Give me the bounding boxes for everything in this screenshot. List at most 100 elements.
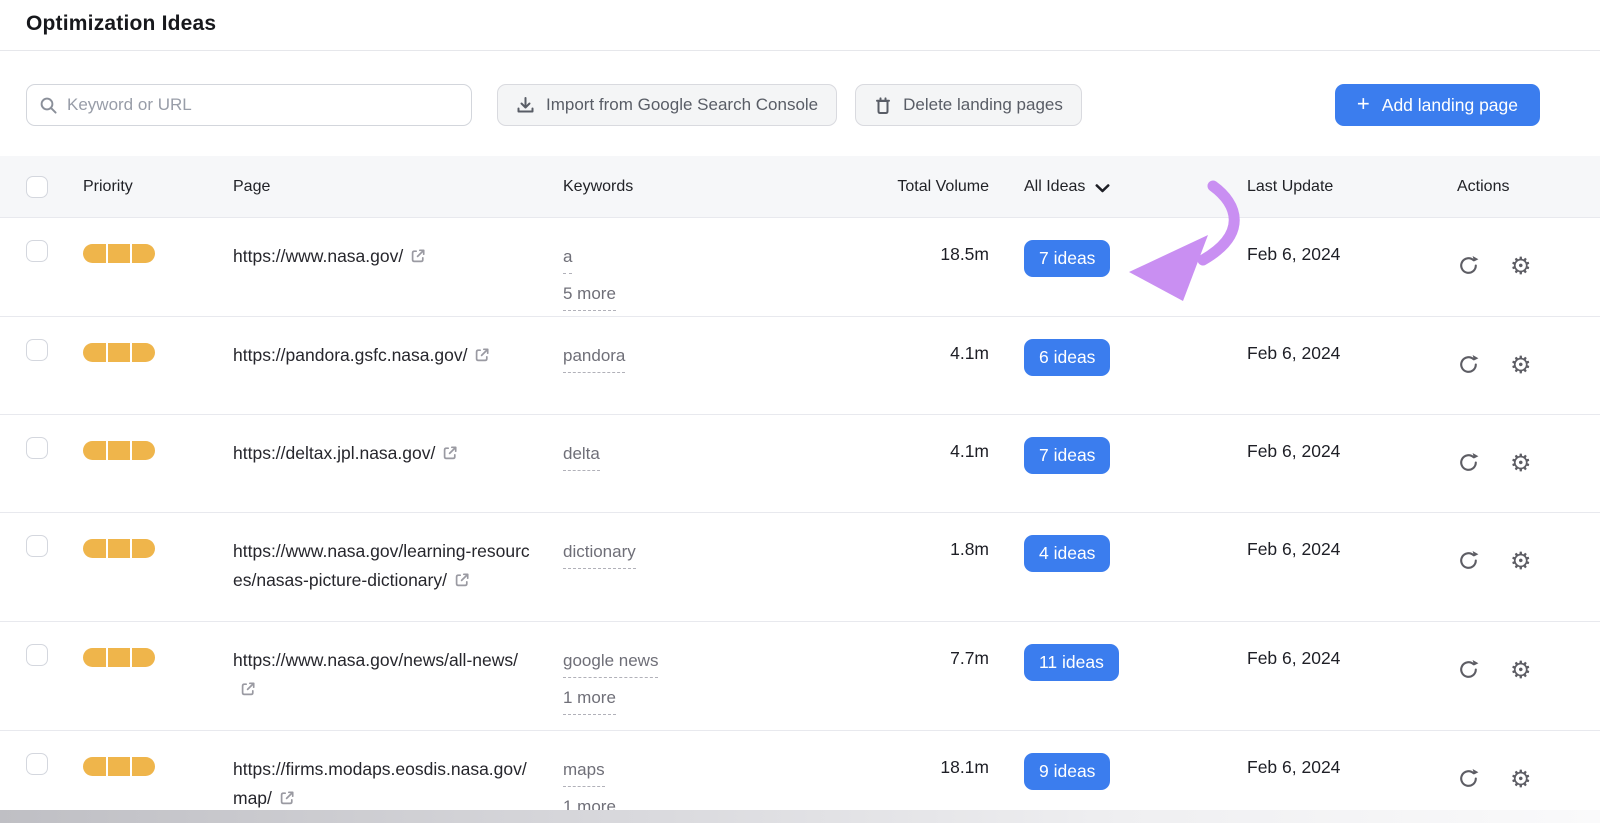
ideas-count-button[interactable]: 9 ideas [1024, 753, 1110, 790]
priority-segment [83, 539, 106, 558]
total-volume: 18.5m [815, 218, 989, 265]
keyword-link[interactable]: delta [563, 439, 600, 471]
external-link-icon[interactable] [474, 343, 490, 372]
settings-button[interactable]: ⚙ [1510, 550, 1532, 572]
row-checkbox[interactable] [26, 535, 48, 557]
chevron-down-icon [1095, 184, 1110, 193]
row-checkbox[interactable] [26, 437, 48, 459]
total-volume: 1.8m [815, 513, 989, 560]
keyword-link[interactable]: dictionary [563, 537, 636, 569]
ideas-count-button[interactable]: 6 ideas [1024, 339, 1110, 376]
select-all-checkbox[interactable] [26, 176, 48, 198]
page-url: https://www.nasa.gov/news/all-news/ [233, 650, 518, 670]
row-checkbox[interactable] [26, 339, 48, 361]
total-volume: 4.1m [815, 415, 989, 462]
search-box[interactable] [26, 84, 472, 126]
gear-icon: ⚙ [1510, 449, 1532, 477]
priority-indicator [83, 441, 155, 460]
refresh-button[interactable] [1457, 658, 1480, 681]
last-update: Feb 6, 2024 [1247, 731, 1457, 778]
settings-button[interactable]: ⚙ [1510, 768, 1532, 790]
priority-segment [108, 441, 131, 460]
settings-button[interactable]: ⚙ [1510, 452, 1532, 474]
priority-segment [132, 539, 155, 558]
priority-segment [108, 757, 131, 776]
download-icon [516, 96, 535, 115]
add-landing-page-button[interactable]: + Add landing page [1335, 84, 1540, 126]
keyword-link[interactable]: a [563, 242, 572, 274]
column-header-last-update: Last Update [1247, 156, 1457, 218]
keyword-link[interactable]: google news [563, 646, 658, 678]
settings-button[interactable]: ⚙ [1510, 354, 1532, 376]
settings-button[interactable]: ⚙ [1510, 255, 1532, 277]
keyword-link[interactable]: pandora [563, 341, 625, 373]
refresh-button[interactable] [1457, 549, 1480, 572]
keywords-cell: a 5 more [563, 218, 815, 316]
more-keywords-link[interactable]: 1 more [563, 683, 616, 715]
refresh-icon [1457, 451, 1480, 474]
priority-segment [83, 343, 106, 362]
external-link-icon[interactable] [442, 441, 458, 470]
gear-icon: ⚙ [1510, 547, 1532, 575]
column-header-actions: Actions [1457, 156, 1545, 218]
priority-segment [108, 648, 131, 667]
table-row: https://www.nasa.gov/news/all-news/ goog… [0, 622, 1600, 731]
priority-segment [132, 757, 155, 776]
search-input[interactable] [67, 95, 459, 115]
priority-segment [108, 343, 131, 362]
priority-indicator [83, 539, 155, 558]
table-row: https://www.nasa.gov/ a5 more 18.5m 7 id… [0, 218, 1600, 317]
refresh-icon [1457, 254, 1480, 277]
priority-segment [83, 757, 106, 776]
priority-indicator [83, 244, 155, 263]
external-link-icon[interactable] [454, 568, 470, 597]
ideas-count-button[interactable]: 4 ideas [1024, 535, 1110, 572]
delete-landing-pages-button[interactable]: Delete landing pages [855, 84, 1082, 126]
keywords-cell: delta [563, 415, 815, 476]
column-header-priority: Priority [83, 156, 233, 218]
last-update: Feb 6, 2024 [1247, 622, 1457, 669]
refresh-button[interactable] [1457, 353, 1480, 376]
page-header: Optimization Ideas [0, 0, 1600, 51]
page-url: https://firms.modaps.eosdis.nasa.gov/map… [233, 759, 527, 808]
gear-icon: ⚙ [1510, 351, 1532, 379]
ideas-filter-label: All Ideas [1024, 178, 1085, 196]
priority-segment [132, 441, 155, 460]
row-checkbox[interactable] [26, 753, 48, 775]
row-checkbox[interactable] [26, 240, 48, 262]
screenshot-bottom-edge [0, 810, 1600, 823]
priority-segment [132, 244, 155, 263]
refresh-icon [1457, 353, 1480, 376]
more-keywords-link[interactable]: 5 more [563, 279, 616, 311]
priority-segment [132, 648, 155, 667]
total-volume: 7.7m [815, 622, 989, 669]
settings-button[interactable]: ⚙ [1510, 659, 1532, 681]
priority-segment [108, 539, 131, 558]
table-row: https://www.nasa.gov/learning-resources/… [0, 513, 1600, 622]
last-update: Feb 6, 2024 [1247, 415, 1457, 462]
import-gsc-button[interactable]: Import from Google Search Console [497, 84, 837, 126]
table-header: Priority Page Keywords Total Volume All … [0, 156, 1600, 218]
column-header-page: Page [233, 156, 563, 218]
page-title: Optimization Ideas [26, 12, 1574, 36]
last-update: Feb 6, 2024 [1247, 218, 1457, 265]
refresh-button[interactable] [1457, 254, 1480, 277]
refresh-button[interactable] [1457, 767, 1480, 790]
external-link-icon[interactable] [240, 677, 256, 706]
column-header-ideas-filter[interactable]: All Ideas [989, 156, 1247, 218]
ideas-count-button[interactable]: 7 ideas [1024, 240, 1110, 277]
delete-landing-pages-label: Delete landing pages [903, 95, 1063, 115]
ideas-count-button[interactable]: 11 ideas [1024, 644, 1119, 681]
keyword-link[interactable]: maps [563, 755, 605, 787]
refresh-icon [1457, 767, 1480, 790]
external-link-icon[interactable] [410, 244, 426, 273]
refresh-button[interactable] [1457, 451, 1480, 474]
keywords-cell: google news 1 more [563, 622, 815, 720]
keywords-cell: pandora [563, 317, 815, 378]
row-checkbox[interactable] [26, 644, 48, 666]
table-row: https://pandora.gsfc.nasa.gov/ pandora 4… [0, 317, 1600, 415]
optimization-ideas-page: Optimization Ideas Import from Google Se… [0, 0, 1600, 823]
page-url: https://www.nasa.gov/learning-resources/… [233, 541, 530, 590]
gear-icon: ⚙ [1510, 656, 1532, 684]
ideas-count-button[interactable]: 7 ideas [1024, 437, 1110, 474]
